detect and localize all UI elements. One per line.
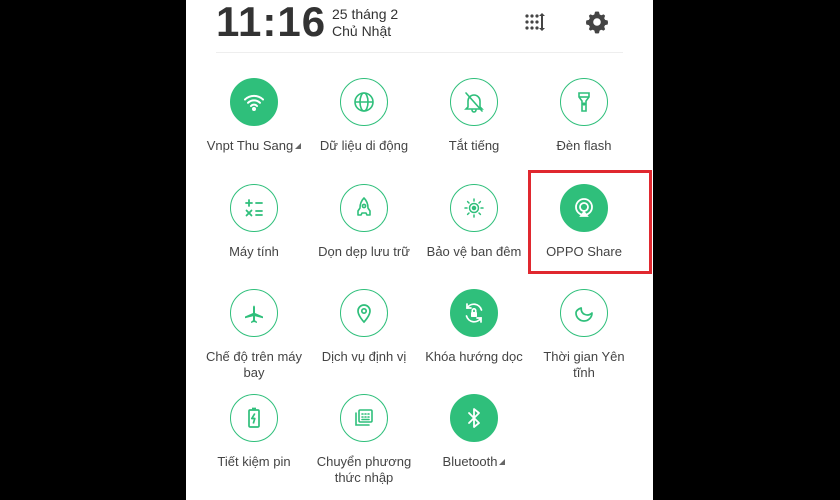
- right-letterbox: [653, 0, 840, 500]
- battery-saver-icon: [230, 394, 278, 442]
- tile-wifi[interactable]: Vnpt Thu Sang: [201, 78, 311, 178]
- moon-icon: [560, 289, 608, 337]
- tile-label: Đèn flash: [556, 138, 612, 153]
- tile-calculator[interactable]: Máy tính: [201, 184, 311, 284]
- tile-label: Tiết kiệm pin: [217, 454, 291, 469]
- bluetooth-icon: [450, 394, 498, 442]
- tile-label: Bluetooth: [442, 454, 498, 469]
- tile-label: Tắt tiếng: [448, 138, 500, 153]
- left-letterbox: [0, 0, 186, 500]
- tile-location[interactable]: Dịch vụ định vị: [311, 289, 421, 389]
- tile-label: Bảo vệ ban đêm: [426, 244, 522, 259]
- rocket-icon: [340, 184, 388, 232]
- tile-input-method[interactable]: Chuyển phương thức nhập: [311, 394, 421, 494]
- quick-settings-panel: 11:16 25 tháng 2 Chủ Nhật Vnpt Thu Sang: [186, 0, 653, 500]
- wifi-icon: [230, 78, 278, 126]
- tile-rotation-lock[interactable]: Khóa hướng dọc: [421, 289, 531, 389]
- weekday-label: Chủ Nhật: [332, 23, 392, 39]
- tile-storage-cleanup[interactable]: Dọn dẹp lưu trữ: [311, 184, 421, 284]
- airplane-icon: [230, 289, 278, 337]
- tile-label: Dịch vụ định vị: [321, 349, 407, 364]
- location-pin-icon: [340, 289, 388, 337]
- dropdown-corner-icon: [499, 459, 506, 465]
- oppo-share-highlight-box: [528, 170, 652, 274]
- dropdown-corner-icon: [295, 143, 302, 149]
- tile-label: Chế độ trên máy bay: [205, 349, 303, 380]
- clock-time: 11:16: [216, 0, 327, 45]
- tile-label: Chuyển phương thức nhập: [316, 454, 412, 485]
- eye-sun-icon: [450, 184, 498, 232]
- header-divider: [216, 52, 623, 53]
- tile-battery-saver[interactable]: Tiết kiệm pin: [201, 394, 311, 494]
- tile-label: Dọn dẹp lưu trữ: [318, 244, 410, 259]
- tile-label: Thời gian Yên tĩnh: [543, 349, 625, 380]
- tile-label: Vnpt Thu Sang: [206, 138, 294, 153]
- flashlight-icon: [560, 78, 608, 126]
- tile-airplane-mode[interactable]: Chế độ trên máy bay: [201, 289, 311, 389]
- tile-mobile-data[interactable]: Dữ liệu di động: [311, 78, 421, 178]
- tile-label: Khóa hướng dọc: [425, 349, 523, 364]
- rotation-lock-icon: [450, 289, 498, 337]
- tile-bluetooth[interactable]: Bluetooth: [421, 394, 531, 494]
- tile-mute[interactable]: Tắt tiếng: [421, 78, 531, 178]
- keyboard-icon: [340, 394, 388, 442]
- grid-edit-icon[interactable]: [523, 10, 547, 34]
- bell-off-icon: [450, 78, 498, 126]
- tile-label: Máy tính: [229, 244, 279, 259]
- date-label: 25 tháng 2: [332, 6, 399, 22]
- globe-icon: [340, 78, 388, 126]
- tile-label: Dữ liệu di động: [319, 138, 409, 153]
- tile-flashlight[interactable]: Đèn flash: [531, 78, 641, 178]
- calculator-icon: [230, 184, 278, 232]
- gear-icon[interactable]: [585, 10, 609, 34]
- tile-night-protection[interactable]: Bảo vệ ban đêm: [421, 184, 531, 284]
- tile-quiet-time[interactable]: Thời gian Yên tĩnh: [531, 289, 641, 389]
